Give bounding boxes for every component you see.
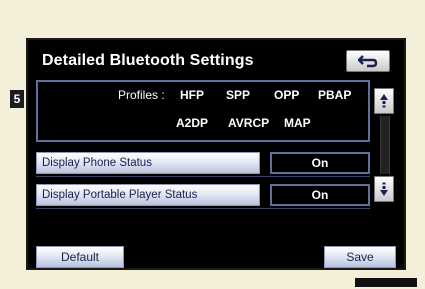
profile-pbap: PBAP xyxy=(318,88,352,102)
setting-row-phone-status: Display Phone Status On xyxy=(36,152,370,174)
display-portable-player-status-value[interactable]: On xyxy=(270,184,370,206)
display-phone-status-value[interactable]: On xyxy=(270,152,370,174)
bluetooth-settings-screen: Detailed Bluetooth Settings Profiles : H… xyxy=(26,38,406,270)
back-arrow-icon xyxy=(358,55,378,68)
profile-opp: OPP xyxy=(274,88,300,102)
scroll-down-icon xyxy=(380,182,388,196)
scroll-track[interactable] xyxy=(380,116,390,174)
profile-a2dp: A2DP xyxy=(176,116,209,130)
setting-row-player-status: Display Portable Player Status On xyxy=(36,184,370,206)
scroll-up-icon xyxy=(380,94,388,108)
profile-map: MAP xyxy=(284,116,311,130)
display-phone-status-button[interactable]: Display Phone Status xyxy=(36,152,260,174)
profiles-panel: Profiles : HFP SPP OPP PBAP A2DP AVRCP M… xyxy=(36,80,370,142)
profile-spp: SPP xyxy=(226,88,251,102)
profile-hfp: HFP xyxy=(180,88,204,102)
screen-title: Detailed Bluetooth Settings xyxy=(42,52,254,69)
display-portable-player-status-button[interactable]: Display Portable Player Status xyxy=(36,184,260,206)
scroll-down-button[interactable] xyxy=(374,176,394,202)
default-button[interactable]: Default xyxy=(36,246,124,268)
back-button[interactable] xyxy=(346,50,390,72)
save-button[interactable]: Save xyxy=(324,246,396,268)
profile-avrcp: AVRCP xyxy=(228,116,270,130)
profiles-label: Profiles : xyxy=(118,88,165,102)
scroll-up-button[interactable] xyxy=(374,88,394,114)
step-number-marker: 5 xyxy=(10,90,24,108)
row-divider xyxy=(36,208,370,209)
watermark-image xyxy=(355,278,417,287)
row-divider xyxy=(36,176,370,177)
